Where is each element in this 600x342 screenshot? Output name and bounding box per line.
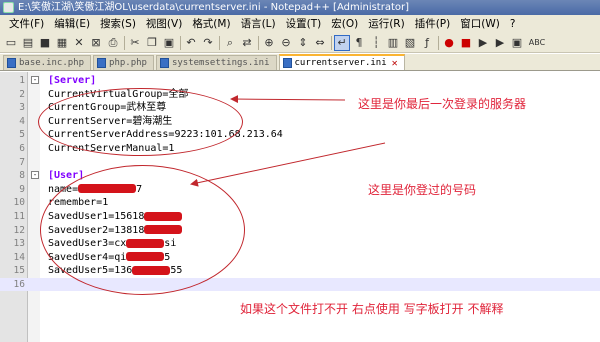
tab-bar: base.inc.php php.php systemsettings.ini cur… <box>0 54 600 71</box>
menu-item-7[interactable]: 宏(O) <box>326 15 363 33</box>
tab-0[interactable]: base.inc.php <box>3 55 92 70</box>
tab-2[interactable]: systemsettings.ini <box>155 55 277 70</box>
run-macro-multiple-icon[interactable]: ▶ <box>492 35 508 51</box>
footer-note: 如果这个文件打不开 右点使用 写字板打开 不解释 <box>240 302 504 316</box>
menu-item-10[interactable]: 窗口(W) <box>455 15 505 33</box>
toolbar-separator <box>178 35 182 51</box>
line-number: 13 <box>13 238 25 250</box>
save-macro-icon[interactable]: ▣ <box>509 35 525 51</box>
find-icon[interactable]: ⌕ <box>222 35 238 51</box>
toolbar-separator <box>436 35 440 51</box>
file-icon <box>7 58 16 68</box>
function-list-icon[interactable]: ƒ <box>419 35 435 51</box>
line-number: 11 <box>13 211 25 222</box>
menu-item-5[interactable]: 语言(L) <box>236 15 281 33</box>
sync-v-icon[interactable]: ⇕ <box>295 35 311 51</box>
print-icon[interactable]: ⎙ <box>105 35 121 51</box>
cut-icon[interactable]: ✂ <box>127 35 143 51</box>
server-highlight-ellipse <box>38 88 243 156</box>
title-bar: E:\笑傲江湖\笑傲江湖OL\userdata\currentserver.in… <box>0 0 600 15</box>
zoom-in-icon[interactable]: ⊕ <box>261 35 277 51</box>
user-highlight-ellipse <box>40 165 245 295</box>
record-macro-icon[interactable]: ● <box>441 35 457 51</box>
replace-icon[interactable]: ⇄ <box>239 35 255 51</box>
wrap-icon[interactable]: ↵ <box>334 34 350 51</box>
stop-macro-icon[interactable]: ■ <box>458 35 474 51</box>
open-icon[interactable]: ▤ <box>20 35 36 51</box>
line-number: 4 <box>19 115 25 127</box>
doc-map-icon[interactable]: ▧ <box>402 35 418 51</box>
line-number: 16 <box>13 279 25 290</box>
menu-item-1[interactable]: 编辑(E) <box>49 15 95 33</box>
tab-3[interactable]: currentserver.ini ✕ <box>278 54 405 71</box>
editor-line[interactable]: 7 <box>0 156 600 169</box>
line-number: 15 <box>13 265 25 277</box>
line-number: 10 <box>13 197 25 209</box>
sync-h-icon[interactable]: ⇔ <box>312 35 328 51</box>
line-number: 6 <box>19 143 25 154</box>
menu-item-4[interactable]: 格式(M) <box>187 15 235 33</box>
spellcheck-icon[interactable]: ABC <box>526 35 548 51</box>
spellcheck-label: ABC <box>528 37 546 47</box>
server-note: 这里是你最后一次登录的服务器 <box>358 97 527 111</box>
paste-icon[interactable]: ▣ <box>161 35 177 51</box>
tab-label: currentserver.ini <box>294 57 387 68</box>
toolbar: ▭ ▤ ■ ▦ ✕ ⊠ ⎙ ✂ ❐ ▣ ↶ ↷ ⌕ ⇄ ⊕ ⊖ ⇕ ⇔ ↵ ¶ ┆ ▥ ▧ ƒ ● ■ ▶ ▶ ▣ ABC <box>0 33 600 53</box>
toolbar-separator <box>217 35 221 51</box>
line-number: 12 <box>13 224 25 236</box>
line-number: 9 <box>19 183 25 195</box>
save-icon[interactable]: ■ <box>37 35 53 51</box>
toolbar-separator <box>122 35 126 51</box>
line-number: 1 <box>19 75 25 86</box>
notepadpp-app-icon <box>3 2 14 13</box>
undo-icon[interactable]: ↶ <box>183 35 199 51</box>
tab-label: base.inc.php <box>19 57 85 68</box>
fold-toggle-icon[interactable]: - <box>31 76 39 84</box>
tab-label: systemsettings.ini <box>171 57 270 68</box>
play-macro-icon[interactable]: ▶ <box>475 35 491 51</box>
menu-bar: 文件(F) 编辑(E) 搜索(S) 视图(V) 格式(M) 语言(L) 设置(T) 宏(O) 运… <box>0 15 600 33</box>
line-number: 5 <box>19 129 25 141</box>
toolbar-separator <box>256 35 260 51</box>
line-number: 2 <box>19 88 25 100</box>
line-number: 3 <box>19 102 25 114</box>
udl-icon[interactable]: ▥ <box>385 35 401 51</box>
line-number: 7 <box>19 156 25 168</box>
tab-label: php.php <box>109 57 147 68</box>
new-file-icon[interactable]: ▭ <box>3 35 19 51</box>
line-number: 8 <box>19 170 25 182</box>
menu-item-0[interactable]: 文件(F) <box>4 15 49 33</box>
menu-item-8[interactable]: 运行(R) <box>363 15 410 33</box>
toolbar-separator <box>329 35 333 51</box>
menu-item-6[interactable]: 设置(T) <box>281 15 327 33</box>
save-all-icon[interactable]: ▦ <box>54 35 70 51</box>
redo-icon[interactable]: ↷ <box>200 35 216 51</box>
fold-toggle-icon[interactable]: - <box>31 171 39 180</box>
code-text: [Server] <box>48 74 96 87</box>
menu-item-2[interactable]: 搜索(S) <box>95 15 141 33</box>
file-icon <box>282 58 292 68</box>
menu-item-9[interactable]: 插件(P) <box>410 15 456 33</box>
tab-close-icon[interactable]: ✕ <box>392 56 398 71</box>
line-number: 14 <box>13 251 25 263</box>
menu-item-11[interactable]: ? <box>505 15 521 33</box>
section-header: [Server] <box>48 75 97 86</box>
close-icon[interactable]: ✕ <box>71 35 87 51</box>
file-icon <box>159 58 169 68</box>
zoom-out-icon[interactable]: ⊖ <box>278 35 294 51</box>
window-title: E:\笑傲江湖\笑傲江湖OL\userdata\currentserver.in… <box>18 2 410 13</box>
user-note: 这里是你登过的号码 <box>368 183 477 197</box>
menu-item-3[interactable]: 视图(V) <box>141 15 187 33</box>
editor-line[interactable]: 1- [Server] <box>0 74 600 87</box>
copy-icon[interactable]: ❐ <box>144 35 160 51</box>
close-all-icon[interactable]: ⊠ <box>88 35 104 51</box>
tab-1[interactable]: php.php <box>93 55 154 70</box>
file-icon <box>97 58 107 68</box>
all-chars-icon[interactable]: ¶ <box>351 35 367 51</box>
indent-guide-icon[interactable]: ┆ <box>368 35 384 51</box>
